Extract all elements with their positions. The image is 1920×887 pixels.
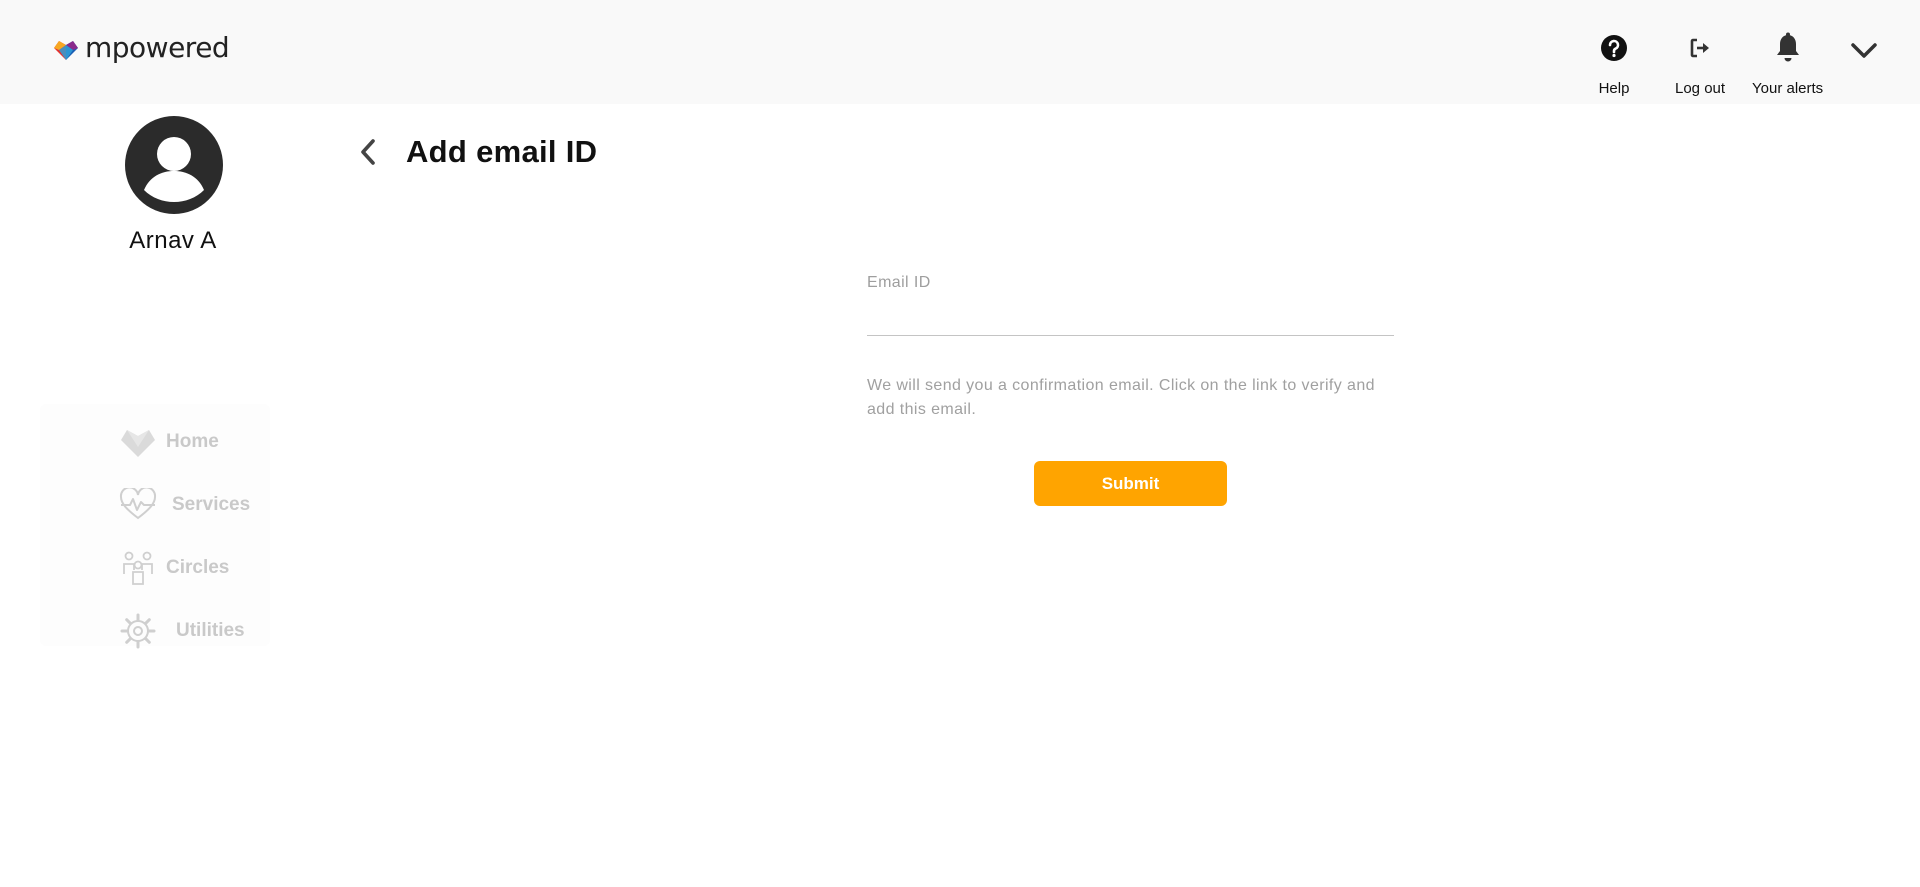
nav-item-circles[interactable]: Circles [40,543,270,593]
help-circle-icon [1598,30,1630,66]
side-nav: Home Services Circles Utilities [40,404,270,649]
logout-label: Log out [1675,80,1726,97]
nav-label-home: Home [166,431,219,452]
gear-icon [118,611,158,651]
alerts-label: Your alerts [1752,80,1824,97]
email-field-label: Email ID [867,274,931,291]
help-button[interactable]: Help [1598,30,1630,97]
chevron-left-icon [361,139,375,165]
nav-label-services: Services [172,494,251,515]
page-title: Add email ID [406,134,598,169]
heart-home-icon [118,422,158,462]
helper-text: We will send you a confirmation email. C… [867,377,1375,418]
brand-logo[interactable]: mpowered [51,31,230,64]
brand-name: mpowered [85,31,230,64]
alerts-button[interactable]: Your alerts [1752,30,1823,97]
chevron-down-icon[interactable] [1849,37,1879,63]
logout-icon [1684,30,1716,66]
page-header: Add email ID [354,132,597,172]
top-bar: mpowered Help Log out Your alerts [0,0,1920,104]
help-label: Help [1598,80,1630,97]
nav-item-utilities[interactable]: Utilities [40,606,270,656]
logout-button[interactable]: Log out [1675,30,1725,97]
heart-pulse-icon [118,485,158,525]
nav-label-circles: Circles [166,557,230,578]
nav-item-home[interactable]: Home [40,417,270,467]
people-icon [118,548,158,588]
user-avatar-icon[interactable] [125,116,223,214]
nav-label-utilities: Utilities [176,620,245,641]
email-field[interactable] [867,298,1394,336]
user-name: Arnav A [129,227,217,254]
bell-icon [1772,30,1804,66]
heart-logo-icon [54,41,78,60]
submit-button[interactable]: Submit [1034,461,1227,506]
nav-item-services[interactable]: Services [40,480,270,530]
back-button[interactable] [354,132,382,172]
